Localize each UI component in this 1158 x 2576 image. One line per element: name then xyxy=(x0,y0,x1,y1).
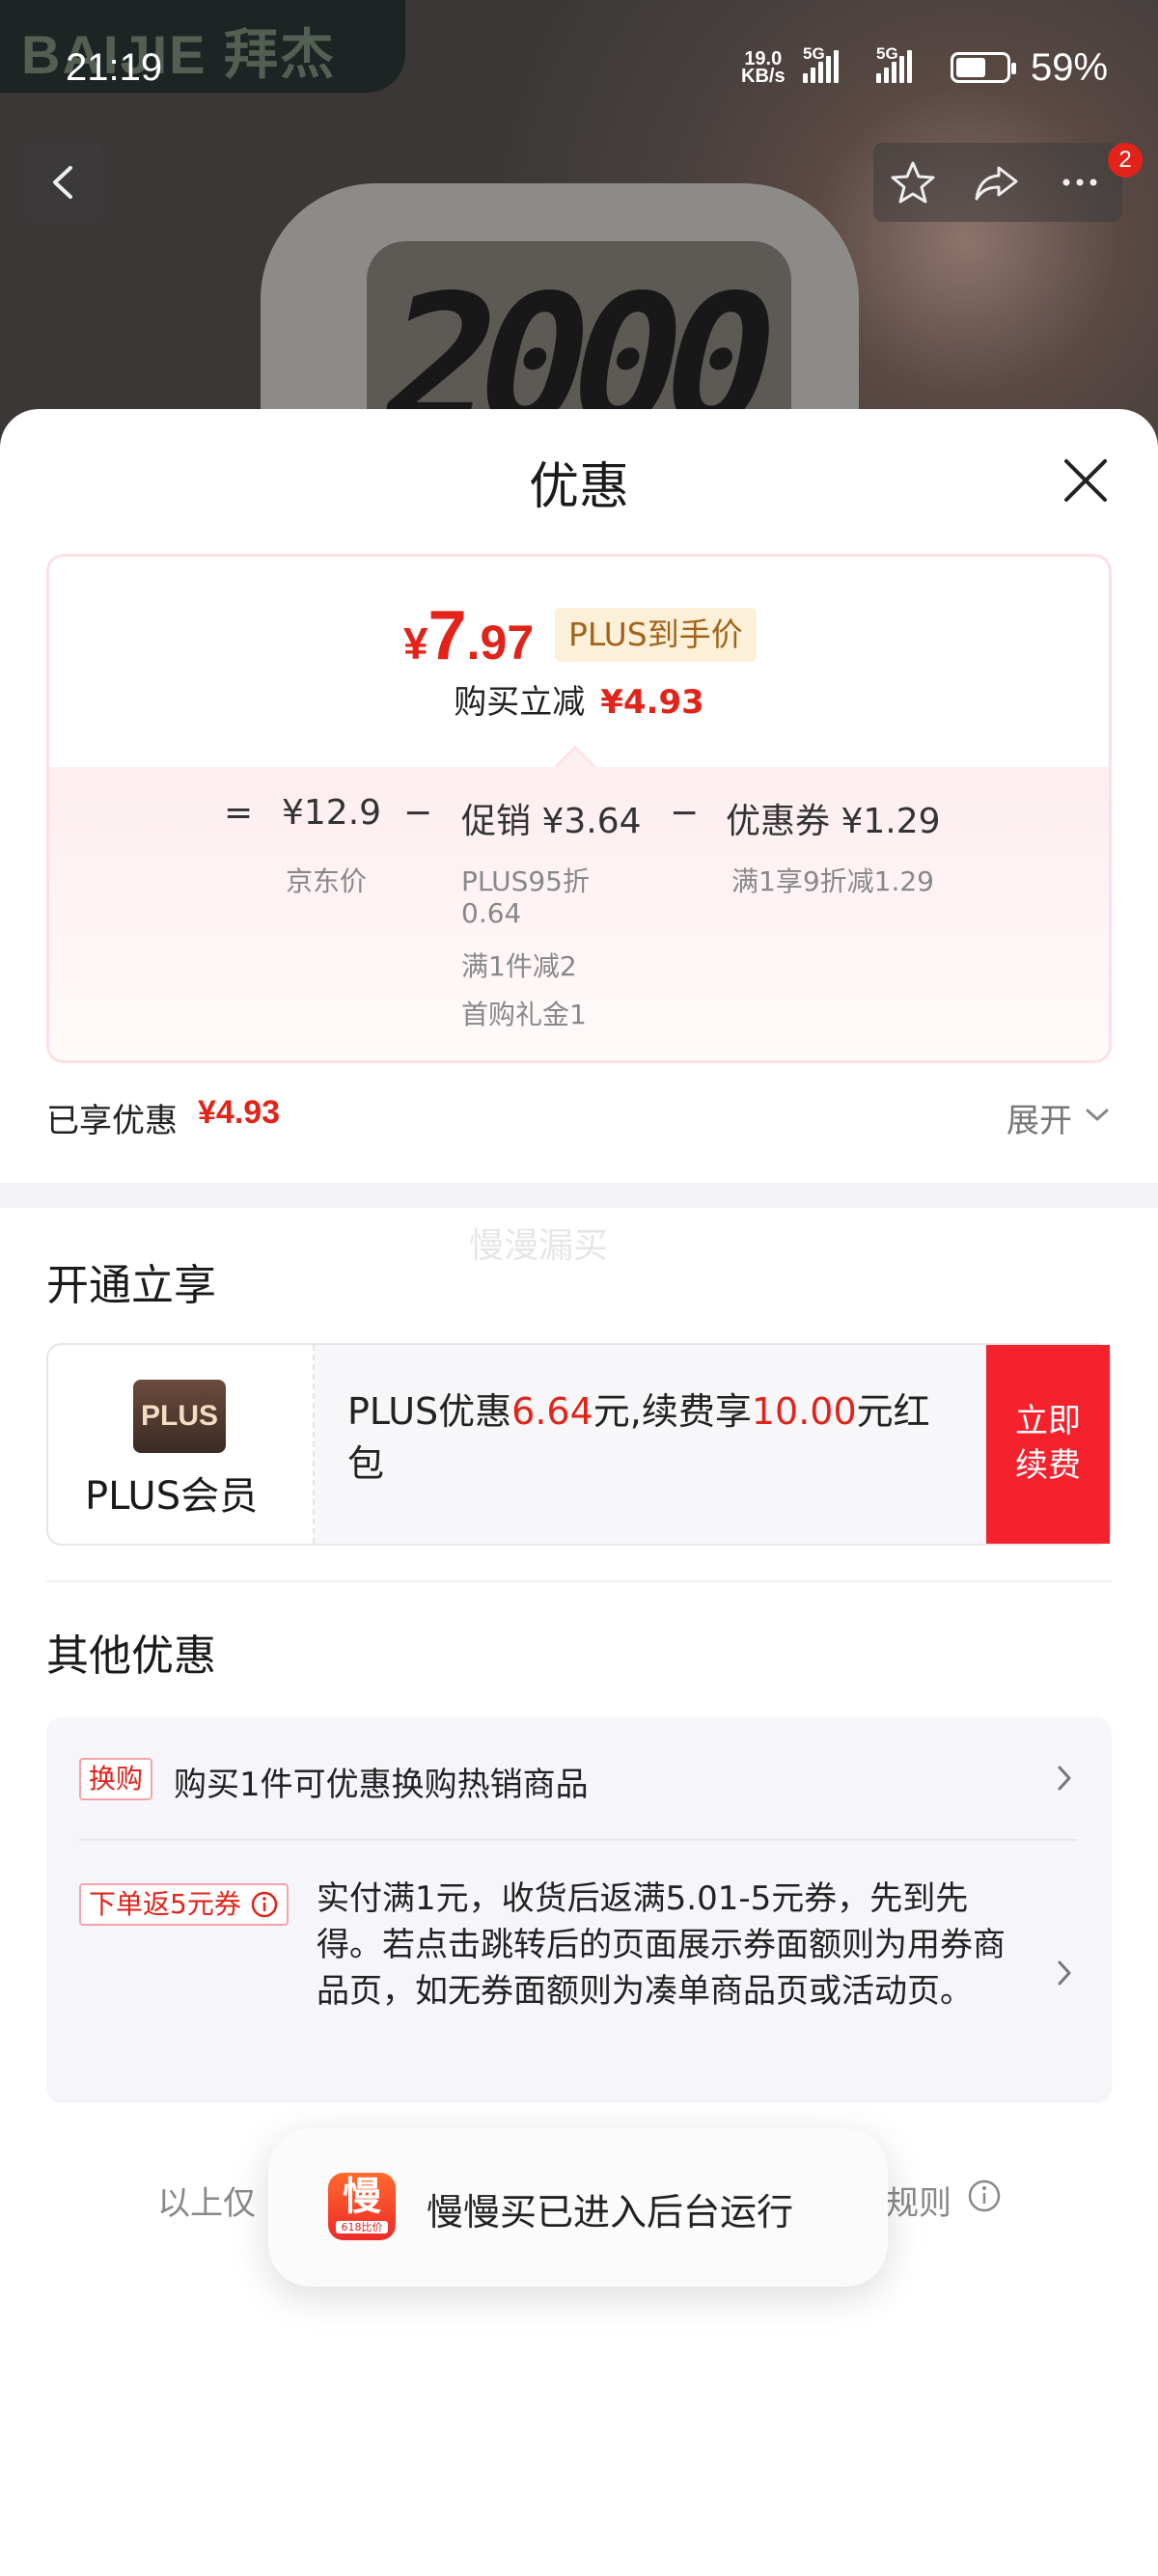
renew-label-line1: 立即 xyxy=(1015,1402,1081,1440)
net-speed-unit: KB/s xyxy=(741,66,786,87)
app-icon-sub: 618比价 xyxy=(336,2221,388,2233)
other-section-title: 其他优惠 xyxy=(46,1631,216,1681)
info-icon[interactable] xyxy=(967,2179,1002,2213)
divider-line xyxy=(46,1580,1112,1582)
desc-prefix: PLUS优惠 xyxy=(347,1390,512,1433)
minus-sign-2: − xyxy=(670,793,700,833)
app-icon-char: 慢 xyxy=(343,2175,381,2219)
chevron-right-icon[interactable] xyxy=(1056,1959,1073,1987)
plus-offer-description: PLUS优惠6.64元,续费享10.00元红包 xyxy=(347,1385,965,1490)
signal-icon: 5G xyxy=(803,44,839,83)
equals-sign: = xyxy=(224,793,254,833)
desc-mid: 元,续费享 xyxy=(593,1390,752,1433)
save-amount: ¥4.93 xyxy=(600,683,704,722)
back-button[interactable] xyxy=(24,143,103,222)
promo-detail: 满1件减2 xyxy=(461,950,577,982)
signal-icon-2: 5G xyxy=(876,44,912,83)
toast-message: 慢慢买已进入后台运行 xyxy=(427,2191,794,2233)
star-icon[interactable] xyxy=(887,156,939,208)
enjoyed-amount: ¥4.93 xyxy=(198,1094,281,1131)
network-speed: 19.0 KB/s xyxy=(741,49,786,87)
clock: 21:19 xyxy=(66,46,163,89)
offer-item-text[interactable]: 实付满1元，收货后返满5.01-5元券，先到先得。若点击跳转后的页面展示券面额则… xyxy=(317,1876,1031,2014)
jd-price: ¥12.9 xyxy=(282,793,382,833)
notification-badge: 2 xyxy=(1108,143,1143,178)
coupon-amount: 优惠券 ¥1.29 xyxy=(726,802,941,841)
renew-label-line2: 续费 xyxy=(1015,1446,1081,1485)
promo-detail: 首购礼金1 xyxy=(461,999,587,1030)
battery-percent: 59% xyxy=(1031,46,1109,89)
plus-price-tag: PLUS到手价 xyxy=(555,608,757,662)
price-integer: 7 xyxy=(427,597,467,674)
battery-fill xyxy=(956,58,985,77)
instant-save-line: 购买立减 ¥4.93 xyxy=(0,675,1158,723)
expand-button[interactable]: 展开 xyxy=(1006,1094,1072,1141)
signal-label-2: 5G xyxy=(876,44,898,63)
renew-button[interactable]: 立即 续费 xyxy=(986,1345,1110,1544)
desc-amount-2: 10.00 xyxy=(751,1390,857,1433)
battery-icon xyxy=(951,52,1016,83)
final-price: ¥7.97 xyxy=(403,596,534,675)
currency-symbol: ¥ xyxy=(403,618,428,669)
jd-price-label: 京东价 xyxy=(286,865,368,897)
sheet-title: 优惠 xyxy=(528,458,629,516)
minus-sign: − xyxy=(403,793,433,833)
promo-detail: PLUS95折 xyxy=(461,865,590,897)
chevron-down-icon[interactable] xyxy=(1085,1108,1110,1123)
watermark: 慢漫漏买 xyxy=(469,1226,609,1266)
exchange-tag: 换购 xyxy=(79,1758,153,1800)
status-bar: 21:19 19.0 KB/s 5G 5G 59% xyxy=(0,39,1158,96)
offer-item-text[interactable]: 购买1件可优惠换购热销商品 xyxy=(174,1758,589,1805)
more-icon[interactable] xyxy=(1053,156,1107,208)
info-icon[interactable] xyxy=(250,1890,279,1919)
chevron-right-icon[interactable] xyxy=(1056,1764,1073,1793)
coupon-detail: 满1享9折减1.29 xyxy=(731,865,934,897)
top-actions xyxy=(873,143,1122,222)
plus-member-label: PLUS会员 xyxy=(85,1474,259,1519)
coupon-return-tag-label: 下单返5元券 xyxy=(89,1888,241,1920)
section-divider xyxy=(0,1183,1158,1208)
footer-note: 以上仅 xyxy=(157,2184,256,2223)
desc-amount: 6.64 xyxy=(511,1390,593,1433)
share-icon[interactable] xyxy=(970,156,1024,208)
coupon-return-tag[interactable]: 下单返5元券 xyxy=(79,1883,289,1926)
rule-link[interactable]: 规则 xyxy=(886,2177,951,2224)
chevron-left-icon xyxy=(53,166,72,199)
price-decimal: .97 xyxy=(466,616,535,670)
enjoyed-label: 已享优惠 xyxy=(46,1102,178,1140)
offer-separator xyxy=(79,1839,1077,1841)
close-icon[interactable] xyxy=(1057,452,1115,509)
open-section-title: 开通立享 xyxy=(46,1261,216,1310)
signal-label: 5G xyxy=(803,44,825,63)
promo-detail: 0.64 xyxy=(461,897,522,929)
promo-amount: 促销 ¥3.64 xyxy=(461,802,642,841)
app-icon: 慢 618比价 xyxy=(328,2173,396,2240)
save-label: 购买立减 xyxy=(454,683,586,722)
plus-logo: PLUS xyxy=(133,1380,226,1453)
